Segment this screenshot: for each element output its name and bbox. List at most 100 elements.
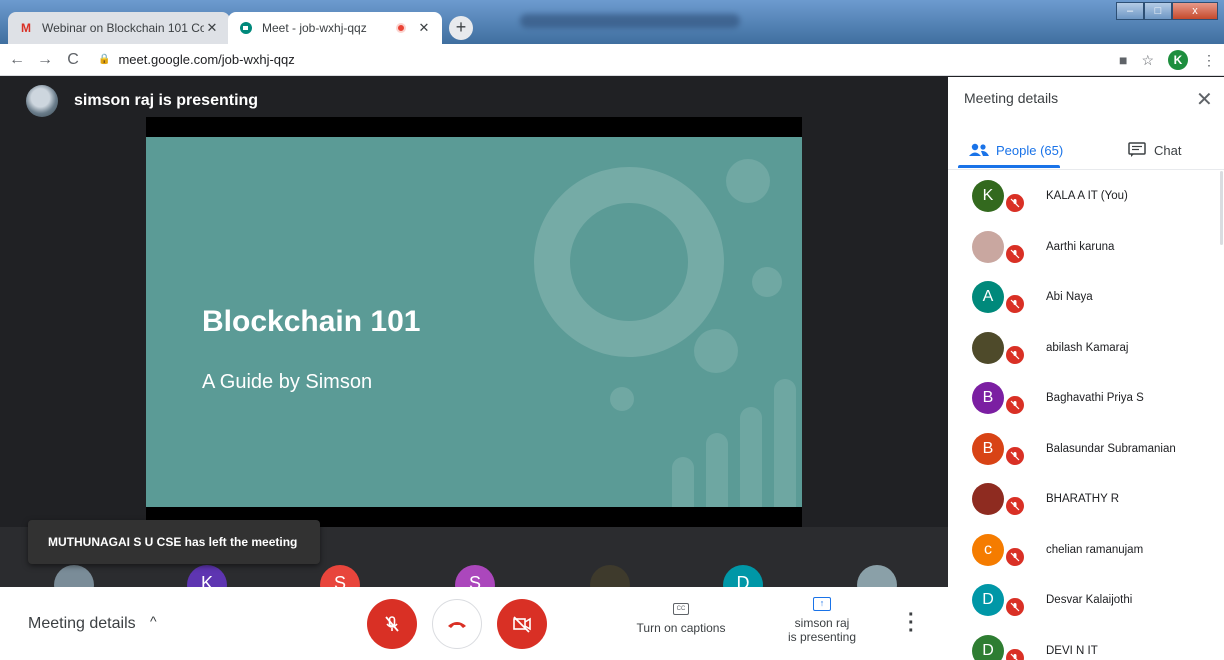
scrollbar[interactable] — [1220, 171, 1223, 245]
close-icon[interactable]: ✕ — [1196, 87, 1213, 112]
list-item[interactable]: B Balasundar Subramanian — [948, 424, 1224, 475]
tab-label: Webinar on Blockchain 101 Conf — [42, 21, 204, 35]
list-item[interactable]: abilash Kamaraj — [948, 323, 1224, 374]
forward-icon[interactable]: → — [34, 51, 56, 69]
star-icon[interactable]: ☆ — [1141, 52, 1154, 69]
presentation-slide: Blockchain 101 A Guide by Simson — [146, 137, 802, 507]
list-item[interactable]: B Baghavathi Priya S — [948, 373, 1224, 424]
address-bar: ← → C 🔒 meet.google.com/job-wxhj-qqz ■ ☆… — [0, 44, 1224, 76]
mic-muted-icon — [1004, 343, 1026, 366]
active-tab-indicator — [958, 165, 1060, 168]
slide-ring-decoration — [534, 167, 724, 357]
menu-icon[interactable]: ⋮ — [1202, 52, 1216, 69]
more-options-icon[interactable]: · · · — [908, 605, 915, 641]
profile-avatar[interactable]: K — [1168, 50, 1188, 70]
camera-off-icon — [513, 616, 531, 633]
tab-chat-label: Chat — [1154, 142, 1182, 158]
meeting-controls-bar: Meeting details ^ CC Turn on captions ↑ … — [0, 587, 948, 660]
avatar: K — [972, 180, 1004, 212]
slide-title: Blockchain 101 — [202, 305, 421, 338]
hangup-icon — [448, 622, 466, 628]
new-tab-button[interactable]: + — [449, 16, 473, 40]
mic-muted-icon — [1004, 495, 1026, 517]
avatar: A — [972, 281, 1004, 313]
present-label-line2: is presenting — [787, 630, 857, 644]
leave-call-button[interactable] — [432, 599, 482, 649]
tab-webinar-gmail[interactable]: M Webinar on Blockchain 101 Conf ✕ — [8, 12, 230, 44]
blurred-title — [520, 14, 740, 28]
participant-name: Desvar Kalaijothi — [1046, 594, 1133, 606]
participant-name: KALA A IT (You) — [1046, 190, 1128, 202]
avatar — [26, 85, 58, 117]
avatar — [972, 331, 1004, 364]
list-item[interactable]: BHARATHY R — [948, 474, 1224, 525]
camera-off-button[interactable] — [497, 599, 547, 649]
notification-toast: MUTHUNAGAI S U CSE has left the meeting — [28, 520, 320, 564]
mic-muted-icon — [1004, 192, 1026, 214]
avatar: B — [972, 432, 1004, 465]
list-item[interactable]: D Desvar Kalaijothi — [948, 575, 1224, 626]
chevron-up-icon[interactable]: ^ — [150, 613, 157, 629]
participant-name: BHARATHY R — [1046, 493, 1120, 505]
mic-muted-icon — [1004, 545, 1026, 568]
captions-button[interactable]: CC Turn on captions — [626, 603, 736, 635]
list-item[interactable]: A Abi Naya — [948, 272, 1224, 323]
back-icon[interactable]: ← — [6, 51, 28, 69]
slide-subtitle: A Guide by Simson — [202, 371, 373, 393]
slide-bar-decoration — [706, 433, 728, 507]
minimize-button[interactable]: – — [1116, 2, 1144, 20]
participant-name: DEVI N IT — [1046, 644, 1098, 657]
meeting-details-toggle[interactable]: Meeting details — [28, 615, 136, 633]
window-close-button[interactable]: x — [1172, 2, 1218, 20]
participant-name: Aarthi karuna — [1046, 240, 1115, 253]
close-icon[interactable]: ✕ — [416, 20, 432, 36]
panel-title: Meeting details — [964, 90, 1059, 106]
present-screen-icon: ↑ — [813, 597, 831, 611]
gmail-icon: M — [21, 21, 31, 35]
divider — [948, 169, 1224, 170]
presentation-frame: Blockchain 101 A Guide by Simson — [146, 117, 802, 527]
list-item[interactable]: c chelian ramanujam — [948, 525, 1224, 576]
slide-circle-decoration — [610, 387, 634, 411]
people-icon — [969, 143, 989, 156]
url-field[interactable]: 🔒 meet.google.com/job-wxhj-qqz — [98, 52, 295, 67]
mic-muted-icon — [1004, 242, 1026, 265]
camera-icon[interactable]: ■ — [1119, 52, 1127, 68]
mic-muted-icon — [1004, 596, 1026, 618]
slide-circle-decoration — [694, 329, 738, 373]
mic-muted-icon — [1004, 293, 1026, 315]
slide-bar-decoration — [774, 379, 796, 507]
avatar: D — [972, 634, 1004, 660]
list-item[interactable]: Aarthi karuna — [948, 222, 1224, 273]
recording-icon — [396, 23, 406, 33]
list-item[interactable]: K KALA A IT (You) — [948, 171, 1224, 222]
meeting-stage: simson raj is presenting Blockchain 101 … — [0, 77, 948, 605]
slide-circle-decoration — [726, 159, 770, 203]
people-list: K KALA A IT (You) Aarthi karuna A Abi Na… — [948, 171, 1224, 660]
mic-muted-icon — [1004, 444, 1026, 467]
reload-icon[interactable]: C — [62, 51, 84, 69]
participant-name: chelian ramanujam — [1046, 543, 1144, 556]
mic-off-button[interactable] — [367, 599, 417, 649]
tab-chat[interactable]: Chat — [1128, 133, 1181, 167]
maximize-button[interactable]: □ — [1144, 2, 1172, 20]
mic-muted-icon — [1004, 646, 1026, 660]
close-icon[interactable]: ✕ — [204, 20, 220, 36]
tab-people[interactable]: People (65) — [968, 133, 1063, 167]
list-item[interactable]: D DEVI N IT — [948, 626, 1224, 660]
participant-name: Abi Naya — [1046, 291, 1093, 303]
lock-icon: 🔒 — [98, 54, 111, 65]
participant-name: Baghavathi Priya S — [1046, 392, 1144, 404]
presenter-header: simson raj is presenting — [26, 85, 258, 117]
mic-muted-icon — [1004, 394, 1026, 416]
participant-name: abilash Kamaraj — [1046, 341, 1129, 354]
tab-meet[interactable]: Meet - job-wxhj-qqz ✕ — [228, 12, 442, 44]
mic-off-icon — [385, 616, 399, 632]
browser-titlebar: M Webinar on Blockchain 101 Conf ✕ Meet … — [0, 0, 1224, 44]
presentation-status-button[interactable]: ↑ simson raj is presenting — [772, 597, 872, 644]
presenter-label: simson raj is presenting — [74, 92, 259, 109]
avatar: B — [972, 382, 1004, 414]
chat-icon — [1128, 142, 1146, 157]
toolbar-right: ■ ☆ K ⋮ — [1119, 50, 1216, 70]
slide-bar-decoration — [672, 457, 694, 507]
